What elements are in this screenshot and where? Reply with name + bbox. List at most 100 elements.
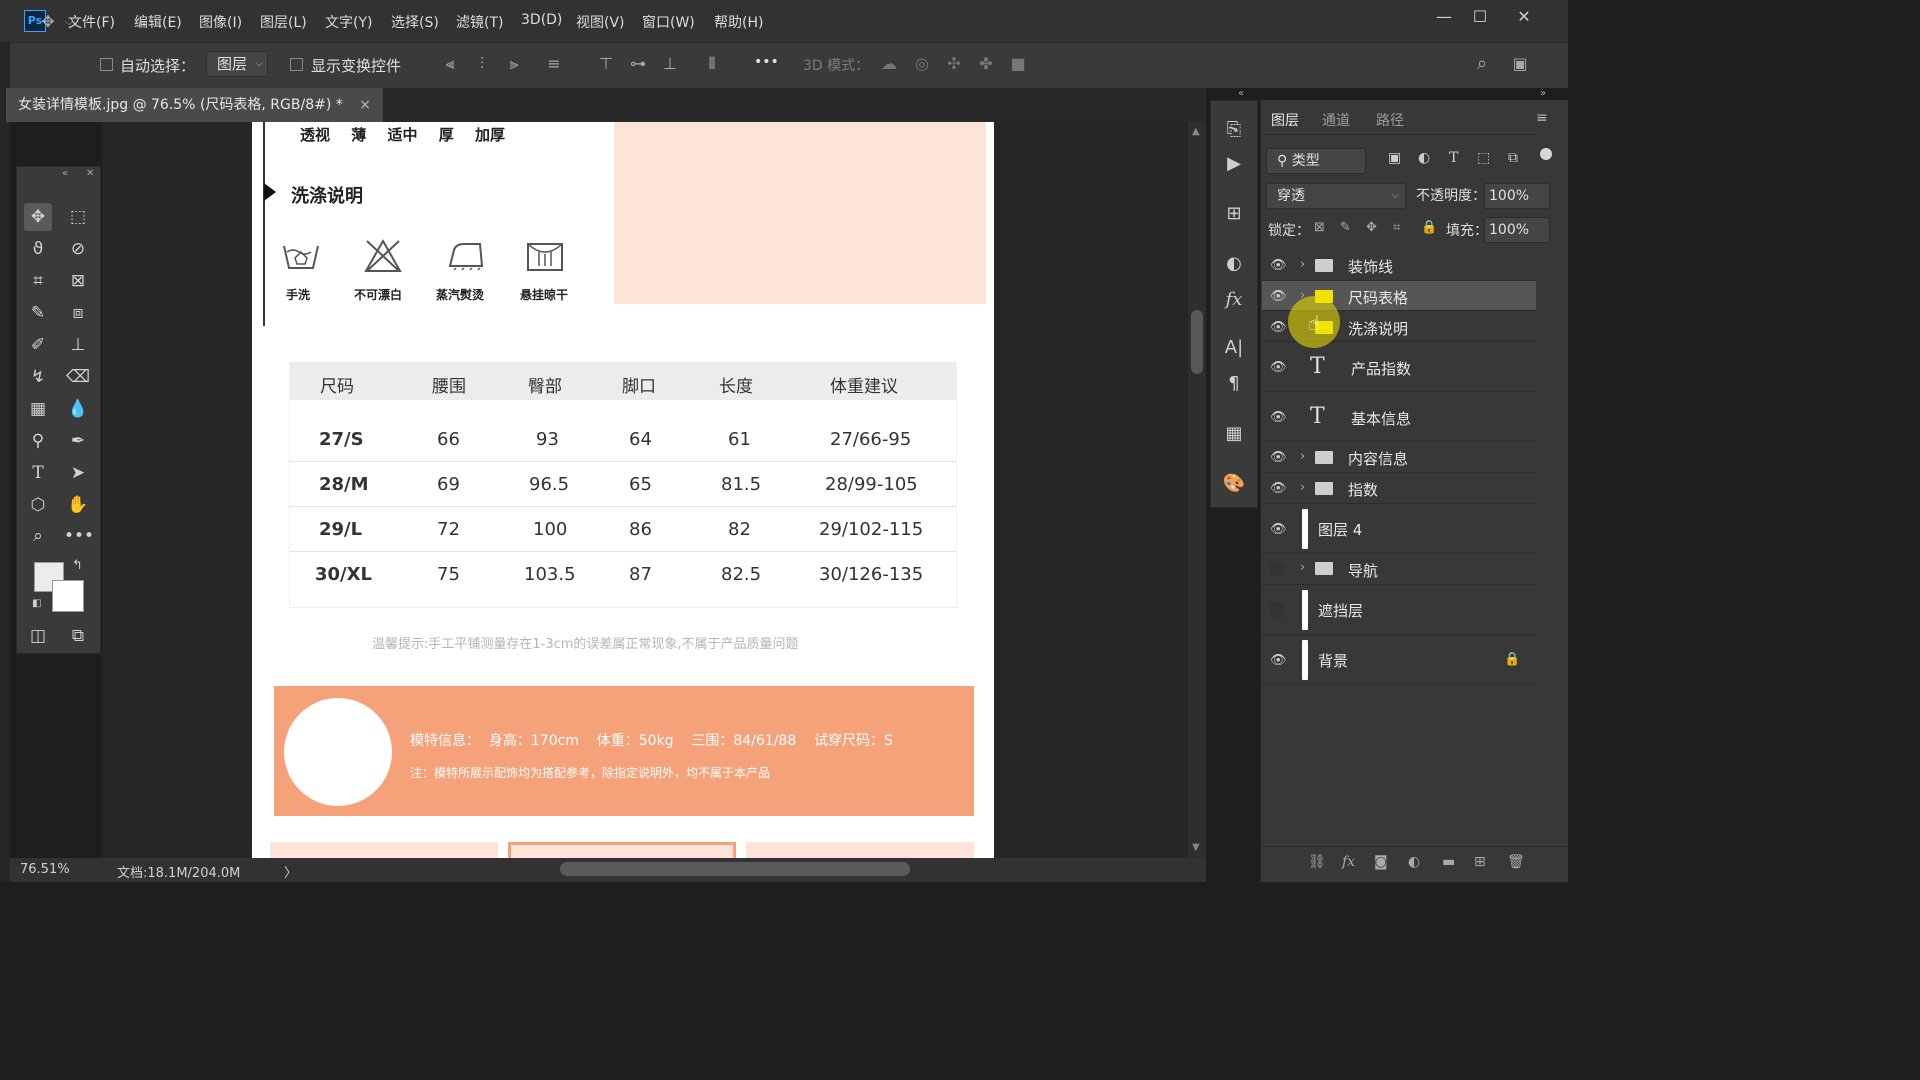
vertical-scrollbar[interactable] xyxy=(1188,122,1206,858)
distribute-h-icon[interactable]: ≡ xyxy=(542,52,566,76)
close-tab-icon[interactable]: × xyxy=(359,97,371,113)
menu-filter[interactable]: 滤镜(T) xyxy=(456,12,503,32)
distribute-v-icon[interactable]: ⦀ xyxy=(700,52,724,76)
history-brush-tool-icon[interactable]: ↯ xyxy=(24,363,52,391)
move-tool-preset-icon[interactable]: ✥ xyxy=(36,10,60,34)
align-left-icon[interactable]: ⫷ xyxy=(438,52,462,76)
scroll-down-icon[interactable]: ▼ xyxy=(1192,842,1200,853)
scale-3d-icon[interactable]: ■ xyxy=(1006,52,1030,76)
grid-panel-icon[interactable]: ▦ xyxy=(1220,420,1248,448)
opacity-input[interactable]: 100% xyxy=(1484,183,1550,209)
auto-select-dropdown[interactable]: 图层 ⌵ xyxy=(206,51,268,77)
orbit-3d-icon[interactable]: ☁ xyxy=(877,52,901,76)
show-transform-checkbox[interactable] xyxy=(290,58,303,71)
background-color-swatch[interactable] xyxy=(52,580,84,612)
lock-all-icon[interactable]: 🔒 xyxy=(1421,220,1437,235)
collapse-panels-icon[interactable]: » xyxy=(1540,88,1546,99)
visibility-eye-icon[interactable]: 👁 xyxy=(1270,450,1287,465)
screen-mode-icon[interactable]: ⧉ xyxy=(64,622,92,650)
menu-layer[interactable]: 图层(L) xyxy=(260,12,307,32)
clone-stamp-tool-icon[interactable]: ⊥ xyxy=(64,331,92,359)
minimize-icon[interactable]: — xyxy=(1426,6,1462,28)
character-panel-icon[interactable]: A| xyxy=(1220,334,1248,362)
frame-tool-icon[interactable]: ⊠ xyxy=(64,267,92,295)
lasso-tool-icon[interactable]: ϑ xyxy=(24,235,52,263)
libraries-panel-icon[interactable]: ⊞ xyxy=(1220,200,1248,228)
pen-tool-icon[interactable]: ✒ xyxy=(64,427,92,455)
horizontal-scroll-thumb[interactable] xyxy=(560,862,910,876)
eyedropper-tool-icon[interactable]: ✎ xyxy=(24,299,52,327)
move-tool-icon[interactable]: ✥ xyxy=(24,203,52,231)
new-layer-icon[interactable]: ⊞ xyxy=(1474,854,1486,870)
tab-layers[interactable]: 图层 xyxy=(1271,110,1299,130)
visibility-eye-icon[interactable]: 👁 xyxy=(1270,410,1287,425)
delete-layer-icon[interactable]: 🗑 xyxy=(1507,854,1525,870)
path-select-tool-icon[interactable]: ➤ xyxy=(64,459,92,487)
filter-toggle-icon[interactable] xyxy=(1540,148,1552,160)
filter-smart-object-icon[interactable]: ⧉ xyxy=(1508,150,1518,166)
tab-paths[interactable]: 路径 xyxy=(1376,110,1404,130)
auto-select-checkbox[interactable] xyxy=(100,58,113,71)
workspace-icon[interactable]: ▣ xyxy=(1508,52,1532,76)
maximize-icon[interactable]: ☐ xyxy=(1462,6,1498,28)
swatches-panel-icon[interactable]: 🎨 xyxy=(1220,470,1248,498)
menu-view[interactable]: 视图(V) xyxy=(576,12,625,32)
blend-mode-dropdown[interactable]: 穿透 ⌵ xyxy=(1266,183,1406,209)
paragraph-panel-icon[interactable]: ¶ xyxy=(1220,370,1248,398)
menu-window[interactable]: 窗口(W) xyxy=(642,12,695,32)
menu-3d[interactable]: 3D(D) xyxy=(521,12,562,28)
document-tab[interactable]: 女装详情模板.jpg @ 76.5% (尺码表格, RGB/8#) * × xyxy=(6,88,383,122)
close-toolbox-icon[interactable]: ✕ xyxy=(86,168,94,179)
lock-position-icon[interactable]: ✥ xyxy=(1366,220,1377,235)
history-panel-icon[interactable]: ⎘ xyxy=(1220,116,1248,144)
chevron-down-icon[interactable]: ⌵ xyxy=(62,10,76,34)
zoom-level[interactable]: 76.51% xyxy=(20,862,70,877)
add-mask-icon[interactable]: ◙ xyxy=(1374,854,1388,870)
menu-edit[interactable]: 编辑(E) xyxy=(134,12,182,32)
scroll-up-icon[interactable]: ▲ xyxy=(1192,126,1200,137)
fill-input[interactable]: 100% xyxy=(1484,217,1550,243)
menu-help[interactable]: 帮助(H) xyxy=(714,12,763,32)
collapse-strip-icon[interactable]: « xyxy=(1238,88,1244,99)
swap-colors-icon[interactable]: ↰ xyxy=(72,558,83,573)
default-colors-icon[interactable]: ◧ xyxy=(32,598,41,609)
marquee-tool-icon[interactable]: ⬚ xyxy=(64,203,92,231)
roll-3d-icon[interactable]: ◎ xyxy=(910,52,934,76)
crop-tool-icon[interactable]: ⌗ xyxy=(24,267,52,295)
visibility-off-icon[interactable] xyxy=(1270,603,1284,617)
document-size[interactable]: 文档:18.1M/204.0M xyxy=(117,862,240,881)
more-tools-icon[interactable]: ••• xyxy=(64,522,94,550)
chevron-right-icon[interactable]: › xyxy=(1300,257,1305,272)
styles-panel-icon[interactable]: fx xyxy=(1220,286,1248,314)
align-bottom-icon[interactable]: ⊥ xyxy=(658,52,682,76)
new-group-icon[interactable]: ▬ xyxy=(1442,854,1455,870)
shape-tool-icon[interactable]: ⬡ xyxy=(24,491,52,519)
adjustments-panel-icon[interactable]: ◐ xyxy=(1220,250,1248,278)
more-options-button[interactable]: ••• xyxy=(754,54,779,70)
menu-image[interactable]: 图像(I) xyxy=(199,12,242,32)
filter-adjustment-icon[interactable]: ◐ xyxy=(1418,150,1430,166)
slide-3d-icon[interactable]: ✤ xyxy=(974,52,998,76)
layer-filter-dropdown[interactable]: ⚲ 类型 xyxy=(1266,148,1366,174)
add-style-icon[interactable]: fx xyxy=(1342,854,1355,870)
hand-tool-icon[interactable]: ✋ xyxy=(64,491,92,519)
align-center-h-icon[interactable]: ⫶ xyxy=(470,52,494,76)
align-right-icon[interactable]: ⫸ xyxy=(502,52,526,76)
vertical-scroll-thumb[interactable] xyxy=(1191,310,1203,374)
visibility-eye-icon[interactable]: 👁 xyxy=(1270,653,1287,668)
eraser-tool-icon[interactable]: ⌫ xyxy=(64,363,92,391)
tab-channels[interactable]: 通道 xyxy=(1322,110,1350,130)
actions-panel-icon[interactable]: ▶ xyxy=(1220,150,1248,178)
quick-select-tool-icon[interactable]: ⊘ xyxy=(64,235,92,263)
visibility-eye-icon[interactable]: 👁 xyxy=(1270,360,1287,375)
quick-mask-icon[interactable]: ◫ xyxy=(24,622,52,650)
search-icon[interactable]: ⌕ xyxy=(1470,52,1494,76)
menu-select[interactable]: 选择(S) xyxy=(391,12,439,32)
collapse-toolbox-icon[interactable]: « xyxy=(62,168,68,179)
type-tool-icon[interactable]: T xyxy=(24,459,52,487)
visibility-eye-icon[interactable]: 👁 xyxy=(1270,481,1287,496)
pan-3d-icon[interactable]: ✣ xyxy=(942,52,966,76)
panel-menu-icon[interactable]: ≡ xyxy=(1536,110,1548,126)
filter-shape-icon[interactable]: ⬚ xyxy=(1477,150,1490,166)
link-layers-icon[interactable]: ⛓ xyxy=(1308,854,1326,870)
